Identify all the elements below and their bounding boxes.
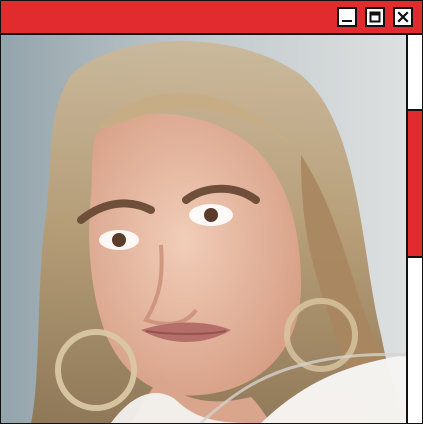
minimize-icon — [341, 11, 353, 23]
maximize-icon — [369, 11, 381, 23]
vertical-scrollbar[interactable] — [406, 35, 422, 423]
portrait-photo — [1, 35, 406, 423]
scrollbar-thumb[interactable] — [408, 109, 422, 258]
title-bar[interactable] — [1, 1, 422, 35]
content-area — [1, 35, 406, 423]
app-window — [0, 0, 423, 424]
minimize-button[interactable] — [337, 7, 357, 27]
close-button[interactable] — [393, 7, 413, 27]
maximize-button[interactable] — [365, 7, 385, 27]
close-icon — [397, 11, 409, 23]
